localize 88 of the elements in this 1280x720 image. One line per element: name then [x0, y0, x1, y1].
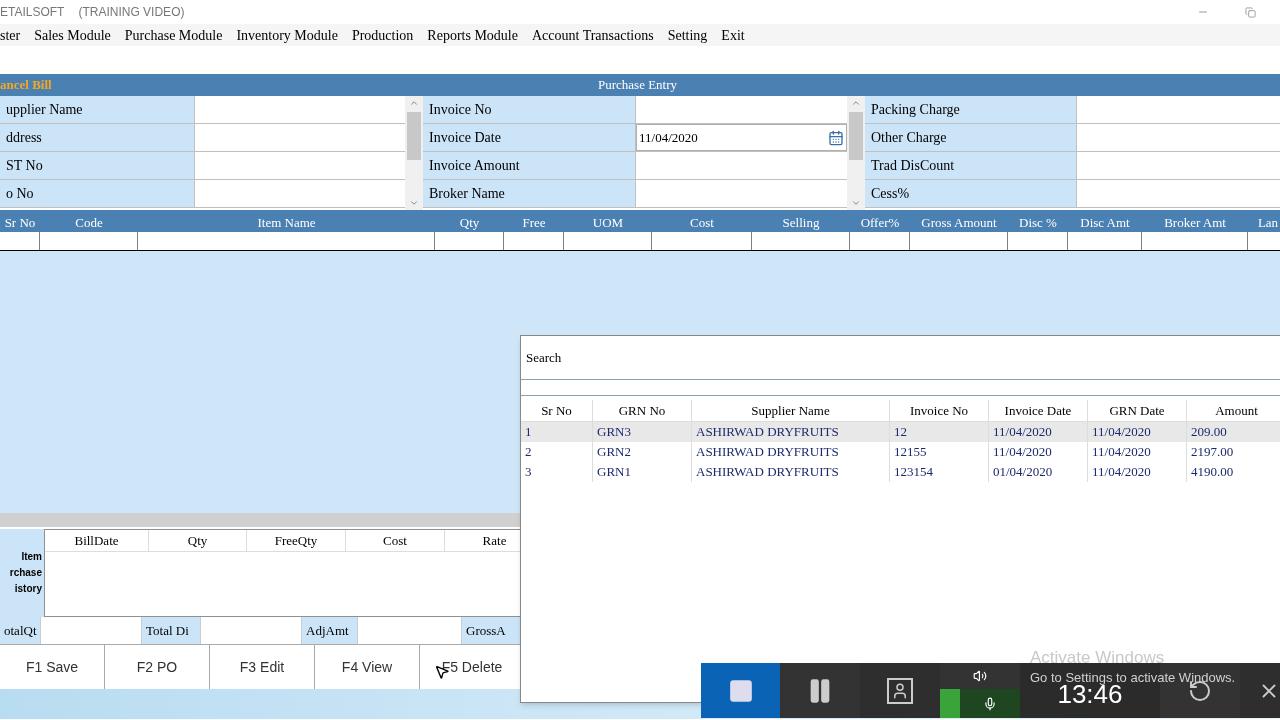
horizontal-scrollbar[interactable]: [0, 513, 520, 527]
column-header: Supplier Name: [692, 400, 890, 421]
scroll-thumb[interactable]: [407, 112, 421, 160]
speaker-icon: [973, 669, 987, 683]
column-header: Amount: [1187, 400, 1280, 421]
column-header: Cost: [346, 530, 445, 551]
window-subtitle: (TRAINING VIDEO): [78, 4, 185, 21]
scroll-down-icon[interactable]: [409, 198, 419, 208]
pause-button[interactable]: [780, 663, 860, 718]
column-header: Free: [521, 214, 547, 232]
column-header: Offer%: [859, 214, 901, 232]
table-cell: 123154: [890, 462, 989, 482]
date-field[interactable]: 11/04/2020: [636, 124, 847, 151]
field-label: Invoice Date: [423, 124, 636, 151]
total-label: AdjAmt: [302, 617, 357, 644]
scrollbar[interactable]: [847, 96, 865, 210]
total-label: otalQt: [0, 617, 40, 644]
table-cell: 4190.00: [1187, 462, 1280, 482]
column-header: Disc Amt: [1079, 214, 1131, 232]
history-label-line: Item: [21, 550, 42, 564]
total-label: Total Di: [142, 617, 200, 644]
dialog-title: Search: [525, 348, 562, 367]
field-label: ddress: [0, 124, 195, 151]
column-header: Sr No: [3, 214, 37, 232]
table-cell: 3: [521, 462, 593, 482]
field-label: Broker Name: [423, 180, 636, 207]
field-label: Cess%: [865, 180, 1077, 207]
field-label: Invoice Amount: [423, 152, 636, 179]
person-icon: [887, 677, 913, 704]
menu-item[interactable]: Account Transactions: [524, 24, 661, 46]
table-cell: 01/04/2020: [989, 462, 1088, 482]
menu-item[interactable]: Exit: [714, 24, 752, 46]
result-row[interactable]: 1 GRN3 ASHIRWAD DRYFRUITS 12 11/04/2020 11/04/2020 209.00: [521, 422, 1280, 442]
scroll-up-icon[interactable]: [409, 98, 419, 108]
field-label: Invoice No: [423, 96, 636, 123]
menu-item[interactable]: Purchase Module: [117, 24, 230, 46]
column-header: FreeQty: [247, 530, 346, 551]
volume-button[interactable]: [940, 663, 1020, 689]
stop-icon: [727, 677, 754, 704]
total-field[interactable]: [357, 617, 462, 644]
column-header: Cost: [689, 214, 715, 232]
stop-button[interactable]: [701, 663, 780, 718]
total-label: GrossA: [462, 617, 520, 644]
field-label: Packing Charge: [865, 96, 1077, 123]
column-header: BillDate: [45, 530, 149, 551]
column-header: Gross Amount: [920, 214, 998, 232]
table-cell: GRN1: [593, 462, 692, 482]
menu-item[interactable]: Production: [344, 24, 421, 46]
activation-text: Go to Settings to activate Windows.: [1030, 670, 1236, 685]
field-label: ST No: [0, 152, 195, 179]
column-header: Invoice Date: [989, 400, 1088, 421]
column-header: Lan: [1256, 214, 1280, 232]
menu-item[interactable]: Sales Module: [27, 24, 118, 46]
column-header: UOM: [591, 214, 625, 232]
history-label-line: rchase: [9, 566, 42, 580]
field-label: upplier Name: [0, 96, 195, 123]
column-header: Sr No: [521, 400, 593, 421]
field-label: Trad DisCount: [865, 152, 1077, 179]
column-header: Qty: [458, 214, 481, 232]
column-header: Qty: [149, 530, 247, 551]
window-title: ETAILSOFT: [0, 4, 65, 21]
menu-item[interactable]: Reports Module: [420, 24, 525, 46]
microphone-icon: [983, 696, 997, 711]
table-cell: 11/04/2020: [1088, 462, 1187, 482]
column-header: Invoice No: [890, 400, 989, 421]
scroll-up-icon[interactable]: [851, 98, 861, 108]
column-header: Item Name: [256, 214, 317, 232]
restore-icon[interactable]: [1245, 6, 1256, 18]
total-field[interactable]: [200, 617, 302, 644]
field-label: Other Charge: [865, 124, 1077, 151]
menu-item[interactable]: Setting: [660, 24, 715, 46]
column-header: Broker Amt: [1163, 214, 1227, 232]
scroll-down-icon[interactable]: [851, 198, 861, 208]
menu-item[interactable]: ster: [0, 24, 28, 46]
column-header: GRN No: [593, 400, 692, 421]
total-field[interactable]: [40, 617, 142, 644]
menu-item[interactable]: Inventory Module: [229, 24, 345, 46]
history-label-line: istory: [14, 582, 42, 596]
scroll-thumb[interactable]: [849, 112, 863, 160]
column-header: Code: [74, 214, 104, 232]
scrollbar[interactable]: [405, 96, 423, 210]
form-title: Purchase Entry: [598, 76, 678, 95]
column-header: GRN Date: [1088, 400, 1187, 421]
table-cell: ASHIRWAD DRYFRUITS: [692, 462, 890, 482]
column-header: Disc %: [1018, 214, 1058, 232]
calendar-icon[interactable]: [828, 129, 844, 146]
field-label: o No: [0, 180, 195, 207]
column-header: Selling: [781, 214, 821, 232]
